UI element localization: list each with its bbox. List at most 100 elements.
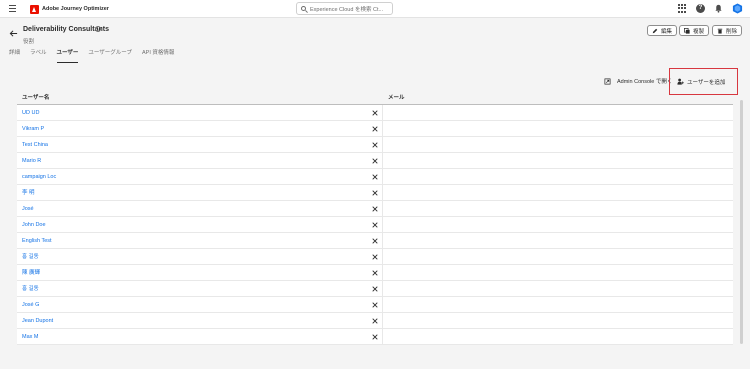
username-link[interactable]: Jean Dupont [22, 313, 53, 329]
remove-icon[interactable] [372, 318, 378, 324]
tab-labels[interactable]: ラベル [30, 48, 47, 63]
username-cell: José [17, 201, 383, 216]
pencil-icon [652, 28, 658, 33]
username-link[interactable]: 陳 廣輝 [22, 265, 40, 281]
remove-icon[interactable] [372, 174, 378, 180]
username-link[interactable]: Mario R [22, 153, 41, 169]
help-icon[interactable]: ? [696, 4, 705, 13]
add-user-highlight: ユーザーを追加 [669, 68, 738, 95]
username-link[interactable]: Vikram P [22, 121, 44, 137]
remove-icon[interactable] [372, 142, 378, 148]
remove-icon[interactable] [372, 126, 378, 132]
table-row: English Test [17, 233, 733, 249]
username-link[interactable]: Max M [22, 329, 39, 345]
back-arrow-icon[interactable] [9, 29, 18, 38]
table-row: 李 明 [17, 185, 733, 201]
username-cell: Max M [17, 329, 383, 344]
column-header-email[interactable]: メール [383, 92, 733, 104]
email-cell [383, 233, 733, 248]
email-cell [383, 105, 733, 120]
username-cell: Mario R [17, 153, 383, 168]
column-header-username[interactable]: ユーザー名 [17, 92, 383, 104]
remove-icon[interactable] [372, 302, 378, 308]
search-placeholder: Experience Cloud を検索 Ct... [310, 6, 384, 13]
open-admin-console-link[interactable]: Admin Console で開く [604, 77, 672, 85]
table-row: Test China [17, 137, 733, 153]
email-cell [383, 249, 733, 264]
app-name: Adobe Journey Optimizer [42, 6, 109, 12]
remove-icon[interactable] [372, 286, 378, 292]
duplicate-button[interactable]: 複製 [679, 25, 710, 36]
add-user-icon [677, 78, 684, 85]
username-cell: 홍 길동 [17, 249, 383, 264]
apps-grid-icon[interactable] [678, 4, 687, 13]
email-cell [383, 313, 733, 328]
duplicate-icon [684, 27, 690, 34]
table-row: José G [17, 297, 733, 313]
tab-user-groups[interactable]: ユーザーグループ [88, 48, 132, 63]
table-row: José [17, 201, 733, 217]
table-row: Vikram P [17, 121, 733, 137]
adobe-logo-icon [30, 4, 39, 14]
table-row: Mario R [17, 153, 733, 169]
username-cell: UD UD [17, 105, 383, 120]
table-row: campaign Loc [17, 169, 733, 185]
remove-icon[interactable] [372, 222, 378, 228]
username-cell: English Test [17, 233, 383, 248]
username-link[interactable]: 홍 길동 [22, 281, 39, 297]
email-cell [383, 281, 733, 296]
email-cell [383, 217, 733, 232]
username-link[interactable]: José G [22, 297, 39, 313]
tab-users[interactable]: ユーザー [56, 48, 78, 63]
search-icon [301, 6, 306, 11]
username-link[interactable]: UD UD [22, 105, 39, 121]
app-brand[interactable]: Adobe Journey Optimizer [30, 4, 109, 14]
remove-icon[interactable] [372, 206, 378, 212]
username-link[interactable]: 李 明 [22, 185, 35, 201]
username-cell: 李 明 [17, 185, 383, 200]
avatar[interactable] [732, 3, 743, 14]
table-header: ユーザー名 メール [17, 92, 733, 105]
scrollbar[interactable] [740, 100, 743, 344]
admin-console-label: Admin Console で開く [617, 79, 673, 85]
username-link[interactable]: John Doe [22, 217, 46, 233]
edit-button[interactable]: 編集 [647, 25, 678, 36]
tab-details[interactable]: 詳細 [9, 48, 20, 63]
table-row: 陳 廣輝 [17, 265, 733, 281]
bell-icon[interactable] [714, 4, 723, 13]
users-table: ユーザー名 メール UD UD Vikram P Test China Mario R… [17, 92, 733, 345]
table-row: Jean Dupont [17, 313, 733, 329]
table-row: 홍 길동 [17, 281, 733, 297]
username-link[interactable]: Test China [22, 137, 48, 153]
duplicate-button-label: 複製 [693, 28, 705, 35]
external-open-icon [604, 78, 611, 84]
remove-icon[interactable] [372, 110, 378, 116]
delete-button[interactable]: 削除 [712, 25, 743, 36]
tab-bar: 詳細 ラベル ユーザー ユーザーグループ API 資格情報 [9, 48, 184, 63]
page-subtitle: 役割 [23, 39, 35, 45]
username-cell: 陳 廣輝 [17, 265, 383, 280]
tab-api-credentials[interactable]: API 資格情報 [142, 48, 174, 63]
table-row: John Doe [17, 217, 733, 233]
edit-button-label: 編集 [661, 28, 673, 35]
email-cell [383, 265, 733, 280]
email-cell [383, 185, 733, 200]
remove-icon[interactable] [372, 254, 378, 260]
remove-icon[interactable] [372, 238, 378, 244]
trash-icon [717, 28, 723, 34]
table-row: Max M [17, 329, 733, 345]
add-user-button[interactable]: ユーザーを追加 [677, 78, 725, 86]
remove-icon[interactable] [372, 190, 378, 196]
email-cell [383, 137, 733, 152]
remove-icon[interactable] [372, 334, 378, 340]
search-input[interactable]: Experience Cloud を検索 Ct... [296, 2, 393, 15]
username-link[interactable]: campaign Loc [22, 169, 56, 185]
email-cell [383, 121, 733, 136]
menu-icon[interactable] [9, 5, 16, 12]
username-link[interactable]: 홍 길동 [22, 249, 39, 265]
info-icon[interactable]: i [95, 26, 101, 32]
remove-icon[interactable] [372, 270, 378, 276]
username-link[interactable]: José [22, 201, 34, 217]
remove-icon[interactable] [372, 158, 378, 164]
username-link[interactable]: English Test [22, 233, 52, 249]
